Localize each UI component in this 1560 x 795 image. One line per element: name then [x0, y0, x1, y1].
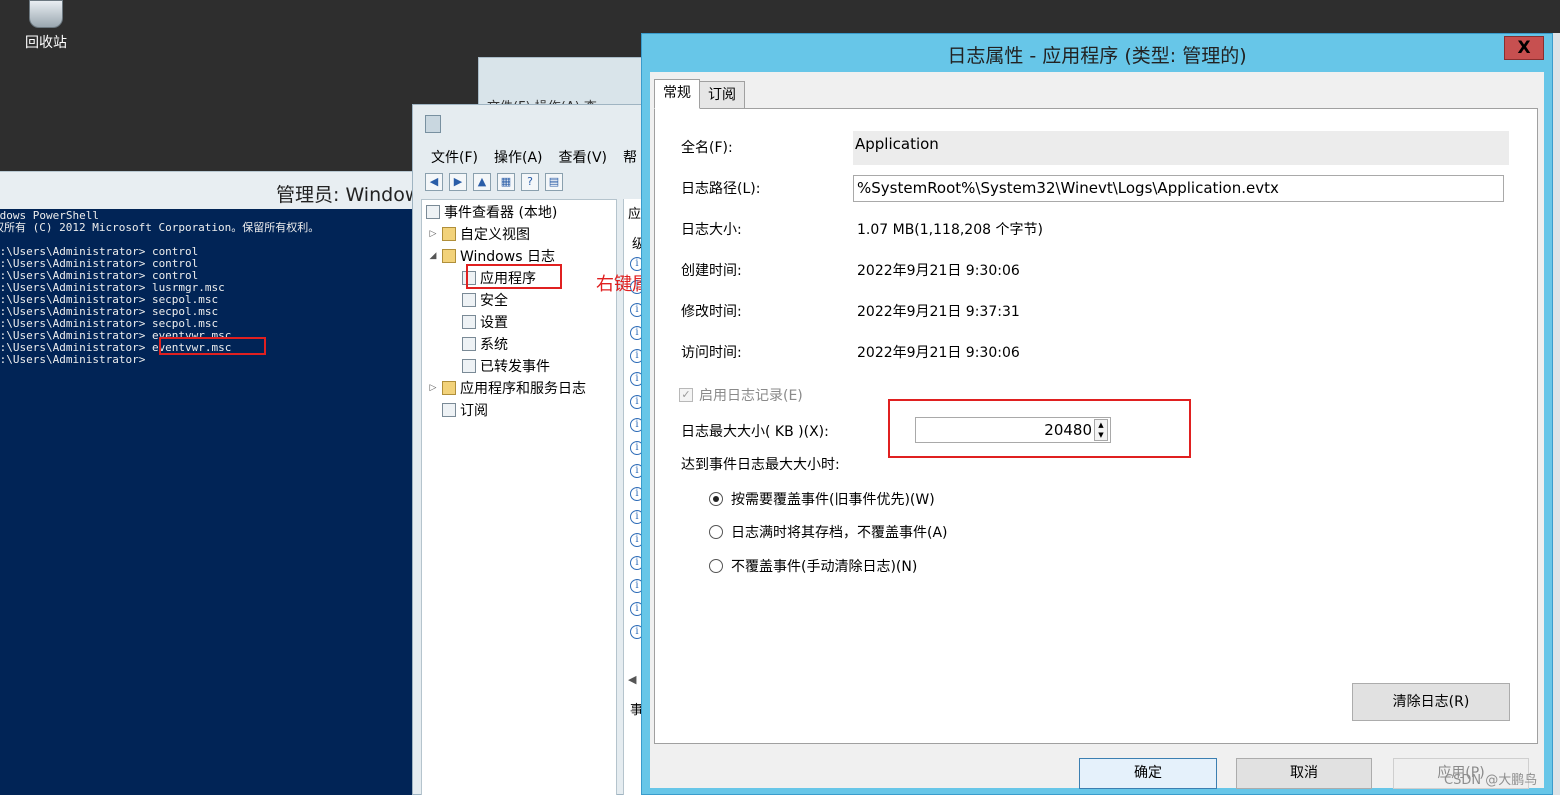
event-viewer-icon: [426, 205, 440, 219]
accessed-value: 2022年9月21日 9:30:06: [857, 345, 1020, 361]
tree-item-system[interactable]: 系统: [462, 334, 508, 354]
pane-header: 应: [628, 207, 642, 222]
created-label: 创建时间:: [681, 263, 742, 279]
watermark: CSDN @大鹏鸟: [1444, 773, 1538, 788]
event-viewer-app-icon: [425, 115, 441, 133]
clear-log-button[interactable]: 清除日志(R): [1352, 683, 1510, 721]
log-icon: [462, 359, 476, 373]
forward-arrow-icon[interactable]: ▶: [449, 173, 467, 191]
log-icon: [462, 315, 476, 329]
subscription-icon: [442, 403, 456, 417]
collapse-arrow-icon[interactable]: ◢: [428, 251, 438, 261]
log-size-value: 1.07 MB(1,118,208 个字节): [857, 222, 1043, 238]
tree-item-subscriptions[interactable]: 订阅: [442, 400, 488, 420]
log-size-label: 日志大小:: [681, 222, 742, 238]
radio-do-not-overwrite[interactable]: 不覆盖事件(手动清除日志)(N): [709, 556, 917, 576]
tree-item-security[interactable]: 安全: [462, 290, 508, 310]
scroll-left-icon[interactable]: ◀: [628, 673, 636, 686]
max-size-label: 日志最大大小( KB )(X):: [681, 424, 829, 440]
powershell-title: 管理员: Window: [276, 184, 421, 206]
dialog-title: 日志属性 - 应用程序 (类型: 管理的): [947, 45, 1247, 67]
accessed-label: 访问时间:: [681, 345, 742, 361]
show-hide-tree-icon[interactable]: ▦: [497, 173, 515, 191]
modified-label: 修改时间:: [681, 304, 742, 320]
close-button[interactable]: X: [1504, 36, 1544, 60]
cancel-button[interactable]: 取消: [1236, 758, 1372, 789]
log-icon: [462, 293, 476, 307]
event-viewer-window[interactable]: 文件(F) 操作(A) 查看(V) 帮 ◀ ▶ ▲ ▦ ? ▤ 事件查看器 (本…: [412, 104, 653, 795]
expand-arrow-icon[interactable]: ▷: [428, 229, 438, 239]
ok-button[interactable]: 确定: [1079, 758, 1217, 789]
full-name-label: 全名(F):: [681, 140, 733, 156]
background-window-edge: [1553, 33, 1560, 795]
tree-item-app-service-logs[interactable]: ▷ 应用程序和服务日志: [428, 378, 586, 398]
menu-help[interactable]: 帮: [623, 147, 637, 167]
highlight-application-node: [466, 264, 562, 289]
folder-icon: [442, 381, 456, 395]
radio-overwrite[interactable]: 按需要覆盖事件(旧事件优先)(W): [709, 489, 935, 509]
menu-action[interactable]: 操作(A): [494, 147, 543, 167]
recycle-bin[interactable]: 回收站: [14, 0, 78, 52]
powershell-console[interactable]: ndows PowerShell 权所有 (C) 2012 Microsoft …: [0, 209, 412, 795]
tab-subscriptions[interactable]: 订阅: [699, 81, 745, 109]
back-arrow-icon[interactable]: ◀: [425, 173, 443, 191]
recycle-bin-label: 回收站: [25, 35, 67, 51]
recycle-bin-icon: [29, 0, 63, 28]
radio-selected-icon[interactable]: [709, 492, 723, 506]
tree-item-windows-logs[interactable]: ◢ Windows 日志: [428, 246, 555, 266]
log-path-label: 日志路径(L):: [681, 181, 761, 197]
full-name-field: Application: [853, 131, 1509, 165]
log-icon: [462, 337, 476, 351]
menu-file[interactable]: 文件(F): [431, 147, 478, 167]
tree-item-root[interactable]: 事件查看器 (本地): [426, 202, 557, 222]
radio-icon[interactable]: [709, 559, 723, 573]
tab-general[interactable]: 常规: [654, 79, 700, 109]
dialog-tabs: 常规 订阅: [654, 79, 745, 109]
up-folder-icon[interactable]: ▲: [473, 173, 491, 191]
highlight-max-size: [888, 399, 1191, 458]
tree-item-setup[interactable]: 设置: [462, 312, 508, 332]
folder-icon: [442, 227, 456, 241]
folder-icon: [442, 249, 456, 263]
check-icon: ✓: [679, 388, 693, 402]
console-line: C:\Users\Administrator>: [0, 353, 146, 366]
event-viewer-menubar: 文件(F) 操作(A) 查看(V) 帮: [431, 147, 637, 167]
created-value: 2022年9月21日 9:30:06: [857, 263, 1020, 279]
when-max-label: 达到事件日志最大大小时:: [681, 457, 840, 473]
tree-item-custom-views[interactable]: ▷ 自定义视图: [428, 224, 530, 244]
event-viewer-toolbar: ◀ ▶ ▲ ▦ ? ▤: [425, 171, 563, 193]
radio-icon[interactable]: [709, 525, 723, 539]
enable-logging-label: 启用日志记录(E): [699, 388, 803, 404]
highlight-eventvwr-command: [159, 337, 266, 355]
log-path-field[interactable]: %SystemRoot%\System32\Winevt\Logs\Applic…: [853, 175, 1504, 202]
menu-view[interactable]: 查看(V): [559, 147, 608, 167]
enable-logging-checkbox: ✓ 启用日志记录(E): [679, 385, 803, 405]
modified-value: 2022年9月21日 9:37:31: [857, 304, 1020, 320]
help-icon[interactable]: ?: [521, 173, 539, 191]
tree-item-forwarded-events[interactable]: 已转发事件: [462, 356, 550, 376]
action-pane-icon[interactable]: ▤: [545, 173, 563, 191]
console-line: 权所有 (C) 2012 Microsoft Corporation。保留所有权…: [0, 221, 320, 234]
powershell-titlebar[interactable]: 管理员: Window: [0, 171, 420, 211]
expand-arrow-icon[interactable]: ▷: [428, 383, 438, 393]
radio-archive[interactable]: 日志满时将其存档，不覆盖事件(A): [709, 522, 948, 542]
